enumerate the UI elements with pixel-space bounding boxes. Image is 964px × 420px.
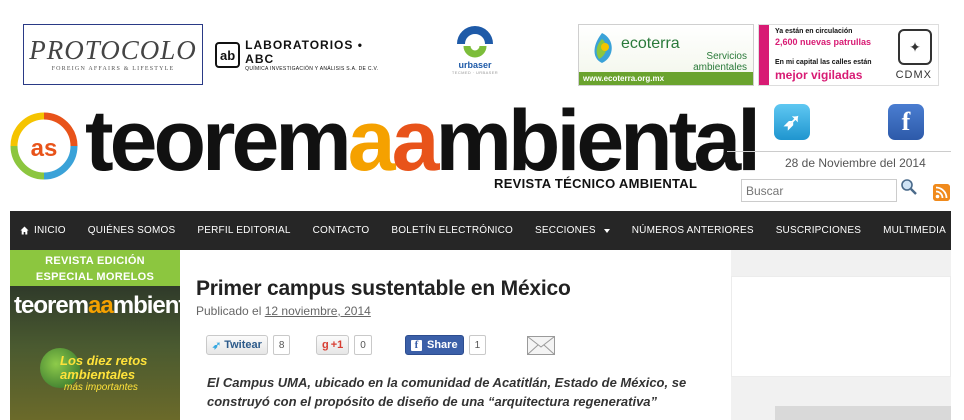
nav-label: NÚMEROS ANTERIORES <box>631 225 754 236</box>
nav-label: PERFIL EDITORIAL <box>197 225 291 236</box>
laboratorios-name: LABORATORIOS • ABC <box>245 38 363 66</box>
gplus-count: 0 <box>354 335 372 355</box>
logo-a1: a <box>347 93 396 189</box>
svg-text:as: as <box>31 135 58 162</box>
nav-label: QUIÉNES SOMOS <box>87 225 176 236</box>
twitter-icon[interactable]: ➶ <box>774 104 810 140</box>
rss-icon[interactable] <box>933 184 950 201</box>
cover-deck: más importantes <box>64 382 138 393</box>
nav-item-contacto[interactable]: CONTACTO <box>302 211 381 250</box>
nav-label: SUSCRIPCIONES <box>775 225 862 236</box>
sidebar-widget-box <box>731 276 951 377</box>
facebook-share-count: 1 <box>468 335 487 355</box>
cdmx-seal-icon: ✦ <box>898 29 932 65</box>
facebook-f-icon: f <box>411 339 422 351</box>
urbaser-ad[interactable]: urbaser TECMED · URBASER <box>445 24 505 86</box>
ecoterra-name: ecoterra <box>621 35 680 52</box>
nav-item-perfil-editorial[interactable]: PERFIL EDITORIAL <box>186 211 301 250</box>
search-input[interactable] <box>741 179 897 202</box>
current-date: 28 de Noviembre del 2014 <box>785 156 926 170</box>
edition-line1: REVISTA EDICIÓN <box>45 255 145 267</box>
cover-title-a: a <box>88 292 101 319</box>
nav-label: MULTIMEDIA <box>883 225 947 236</box>
nav-label: SECCIONES <box>535 225 596 236</box>
main-nav: INICIO QUIÉNES SOMOS PERFIL EDITORIAL CO… <box>10 211 961 250</box>
gplus-button[interactable]: g +1 <box>316 335 350 355</box>
gplus-share: g +1 0 <box>316 335 372 355</box>
ecoterra-services: Servicios ambientales <box>693 51 747 73</box>
article-lead: El Campus UMA, ubicado en la comunidad d… <box>207 375 687 409</box>
facebook-share-button[interactable]: f Share <box>405 335 464 355</box>
twitter-bird-icon: ➶ <box>212 339 222 352</box>
nav-label: INICIO <box>34 225 66 236</box>
facebook-share: f Share 1 <box>405 335 487 355</box>
nav-item-multimedia[interactable]: MULTIMEDIA <box>872 211 964 250</box>
ecoterra-ad[interactable]: ecoterra Servicios ambientales www.ecote… <box>578 24 754 86</box>
sidebar-widget-box-2 <box>775 406 951 420</box>
facebook-share-label: Share <box>427 339 458 351</box>
laboratorios-logo-icon: ab <box>215 42 241 68</box>
article-title: Primer campus sustentable en México <box>196 277 571 300</box>
magazine-cover[interactable]: teoremaambiental Los diez retos ambienta… <box>10 286 180 420</box>
email-share-icon[interactable] <box>527 336 555 355</box>
twitter-share: ➶ Twitear 8 <box>206 335 291 355</box>
nav-item-suscripciones[interactable]: SUSCRIPCIONES <box>765 211 872 250</box>
nav-item-inicio[interactable]: INICIO <box>10 211 77 250</box>
protocolo-tagline: FOREIGN AFFAIRS & LIFESTYLE <box>51 66 175 72</box>
cdmx-brand: CDMX <box>895 69 932 81</box>
urbaser-sub: TECMED · URBASER <box>451 70 499 75</box>
logo-part2: mbiental <box>435 93 761 189</box>
home-icon <box>20 226 29 235</box>
facebook-icon[interactable]: f <box>888 104 924 140</box>
urbaser-name: urbaser <box>458 60 492 70</box>
site-logo-icon[interactable]: as <box>10 112 78 180</box>
protocolo-ad[interactable]: PROTOCOLO FOREIGN AFFAIRS & LIFESTYLE <box>23 24 203 85</box>
nav-item-numeros-anteriores[interactable]: NÚMEROS ANTERIORES <box>621 211 765 250</box>
site-tagline: REVISTA TÉCNICO AMBIENTAL <box>494 176 698 191</box>
page: PROTOCOLO FOREIGN AFFAIRS & LIFESTYLE ab… <box>0 0 964 420</box>
cdmx-line3: En mi capital las calles están <box>775 59 872 66</box>
gplus-g-icon: g <box>322 339 329 351</box>
chevron-down-icon <box>603 228 610 233</box>
cdmx-line2: 2,600 nuevas patrullas <box>775 37 872 47</box>
cover-title: teoremaambiental <box>14 292 180 320</box>
cover-title-a2: a <box>100 292 113 319</box>
date-divider <box>727 151 951 152</box>
ecoterra-logo-icon <box>594 33 612 63</box>
published-prefix: Publicado el <box>196 304 265 318</box>
laboratorios-ad[interactable]: ab LABORATORIOS • ABC QUÍMICA INVESTIGAC… <box>215 24 390 86</box>
site-logo-wordmark[interactable]: teoremaambiental <box>85 93 761 189</box>
logo-a2: a <box>391 93 440 189</box>
edition-line2: ESPECIAL MORELOS <box>35 271 155 283</box>
cover-title-part1: teorem <box>14 292 89 319</box>
logo-part1: teorem <box>85 93 352 189</box>
nav-item-boletin[interactable]: BOLETÍN ELECTRÓNICO <box>380 211 524 250</box>
tweet-label: Twitear <box>224 339 262 351</box>
search-icon[interactable] <box>900 178 918 196</box>
nav-label: CONTACTO <box>312 225 370 236</box>
cdmx-line4: mejor vigiladas <box>775 68 863 82</box>
nav-item-quienes-somos[interactable]: QUIÉNES SOMOS <box>77 211 187 250</box>
cdmx-ad[interactable]: Ya están en circulación 2,600 nuevas pat… <box>758 24 939 86</box>
cover-title-part2: mbiental <box>112 292 180 319</box>
published-date-link[interactable]: 12 noviembre, 2014 <box>265 304 371 318</box>
urbaser-logo-icon <box>457 26 493 58</box>
tweet-count: 8 <box>272 335 291 355</box>
cdmx-line1: Ya están en circulación <box>775 28 853 35</box>
tweet-button[interactable]: ➶ Twitear <box>206 335 268 355</box>
nav-label: BOLETÍN ELECTRÓNICO <box>391 225 514 236</box>
edition-banner[interactable]: REVISTA EDICIÓN ESPECIAL MORELOS <box>10 250 180 286</box>
article-meta: Publicado el 12 noviembre, 2014 <box>196 304 371 318</box>
nav-item-secciones[interactable]: SECCIONES <box>524 211 621 250</box>
cover-headline: Los diez retos ambientales <box>60 353 148 382</box>
protocolo-name: PROTOCOLO <box>29 35 197 65</box>
gplus-label: +1 <box>330 339 344 351</box>
cdmx-accent-bar <box>759 25 769 85</box>
ecoterra-url: www.ecoterra.org.mx <box>579 72 753 85</box>
chevron-down-icon <box>954 228 961 233</box>
laboratorios-sub: QUÍMICA INVESTIGACIÓN Y ANÁLISIS S.A. DE… <box>245 66 379 72</box>
